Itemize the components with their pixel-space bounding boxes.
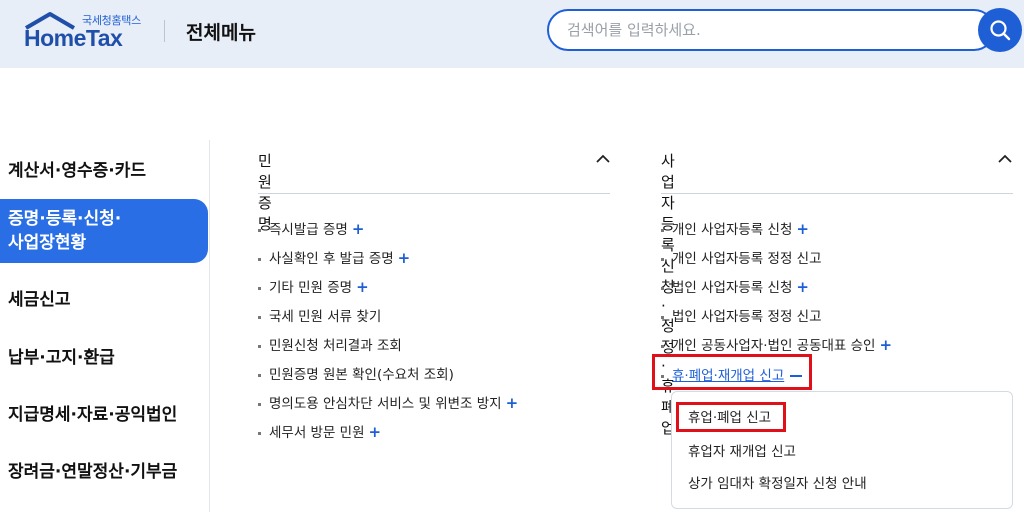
nav-item-payment[interactable]: 납부·고지·환급 xyxy=(0,343,208,368)
bullet xyxy=(661,228,664,232)
highlight-box xyxy=(676,402,786,432)
bullet xyxy=(661,286,664,290)
section-divider xyxy=(258,193,610,194)
bullet xyxy=(258,257,261,261)
nav-item-statement[interactable]: 지급명세·자료·공익법인 xyxy=(0,400,208,425)
bullet xyxy=(258,315,261,319)
plus-icon[interactable]: + xyxy=(398,249,411,267)
nav-item-incentive[interactable]: 장려금·연말정산·기부금 xyxy=(0,457,208,482)
link-label: 명의도용 안심차단 서비스 및 위변조 방지 xyxy=(269,396,502,412)
left-nav: 계산서·영수증·카드 증명·등록·신청· 사업장현황 세금신고 납부·고지·환급… xyxy=(0,140,210,512)
highlight-box xyxy=(652,354,812,390)
link-label: 개인 사업자등록 신청 xyxy=(672,222,793,238)
search-input[interactable] xyxy=(567,21,947,39)
plus-icon[interactable]: + xyxy=(369,423,382,441)
link-corporate-register[interactable]: 법인 사업자등록 신청 + xyxy=(661,276,809,296)
link-individual-correction[interactable]: 개인 사업자등록 정정 신고 xyxy=(661,247,822,267)
link-label: 민원증명 원본 확인(수요처 조회) xyxy=(269,367,454,383)
plus-icon[interactable]: + xyxy=(879,336,892,354)
bullet xyxy=(258,373,261,377)
link-label: 법인 사업자등록 정정 신고 xyxy=(672,309,822,325)
link-find-documents[interactable]: 국세 민원 서류 찾기 xyxy=(258,305,381,325)
bullet xyxy=(661,257,664,261)
bullet xyxy=(258,402,261,406)
plus-icon[interactable]: + xyxy=(356,278,369,296)
link-original-check[interactable]: 민원증명 원본 확인(수요처 조회) xyxy=(258,363,454,383)
nav-item-invoice[interactable]: 계산서·영수증·카드 xyxy=(0,156,208,181)
link-label: 민원신청 처리결과 조회 xyxy=(269,338,402,354)
link-label: 법인 사업자등록 신청 xyxy=(672,280,793,296)
submenu-item-lease-date[interactable]: 상가 임대차 확정일자 신청 안내 xyxy=(688,472,867,492)
link-fact-check-issue[interactable]: 사실확인 후 발급 증명 + xyxy=(258,247,410,267)
page-title: 전체메뉴 xyxy=(186,22,256,44)
chevron-up-icon[interactable] xyxy=(998,154,1012,164)
link-individual-register[interactable]: 개인 사업자등록 신청 + xyxy=(661,218,809,238)
link-office-visit[interactable]: 세무서 방문 민원 + xyxy=(258,421,381,441)
header-divider xyxy=(164,20,165,42)
nav-item-certificate[interactable]: 증명·등록·신청· 사업장현황 xyxy=(0,199,208,263)
link-instant-issue[interactable]: 즉시발급 증명 + xyxy=(258,218,364,238)
link-label: 세무서 방문 민원 xyxy=(269,425,365,441)
link-corporate-correction[interactable]: 법인 사업자등록 정정 신고 xyxy=(661,305,822,325)
link-identity-theft-block[interactable]: 명의도용 안심차단 서비스 및 위변조 방지 + xyxy=(258,392,518,412)
link-label: 기타 민원 증명 xyxy=(269,280,353,296)
bullet xyxy=(258,228,261,232)
link-label: 사실확인 후 발급 증명 xyxy=(269,251,394,267)
submenu-item-reopen-report[interactable]: 휴업자 재개업 신고 xyxy=(688,440,796,460)
bullet xyxy=(258,286,261,290)
section-divider xyxy=(661,193,1013,194)
nav-item-label: 사업장현황 xyxy=(8,233,87,253)
link-label: 즉시발급 증명 xyxy=(269,222,348,238)
plus-icon[interactable]: + xyxy=(352,220,365,238)
logo-title: HomeTax xyxy=(24,25,123,51)
bullet xyxy=(661,315,664,319)
plus-icon[interactable]: + xyxy=(796,220,809,238)
link-result-inquiry[interactable]: 민원신청 처리결과 조회 xyxy=(258,334,402,354)
search-button[interactable] xyxy=(978,8,1022,52)
link-label: 국세 민원 서류 찾기 xyxy=(269,309,382,325)
link-joint-approval[interactable]: 개인 공동사업자·법인 공동대표 승인 + xyxy=(661,334,892,354)
chevron-up-icon[interactable] xyxy=(596,154,610,164)
plus-icon[interactable]: + xyxy=(506,394,519,412)
link-label: 개인 공동사업자·법인 공동대표 승인 xyxy=(672,338,876,354)
bullet xyxy=(258,431,261,435)
top-header: 국세청홈택스 HomeTax 전체메뉴 xyxy=(0,0,1024,68)
bullet xyxy=(661,344,664,348)
bullet xyxy=(258,344,261,348)
hometax-logo[interactable]: 국세청홈택스 HomeTax xyxy=(22,10,144,52)
link-other-certificate[interactable]: 기타 민원 증명 + xyxy=(258,276,369,296)
link-label: 개인 사업자등록 정정 신고 xyxy=(672,251,822,267)
search-box xyxy=(547,9,995,51)
nav-item-tax-report[interactable]: 세금신고 xyxy=(0,285,208,310)
nav-item-label: 증명·등록·신청· xyxy=(8,209,122,229)
plus-icon[interactable]: + xyxy=(796,278,809,296)
search-icon xyxy=(990,20,1011,41)
